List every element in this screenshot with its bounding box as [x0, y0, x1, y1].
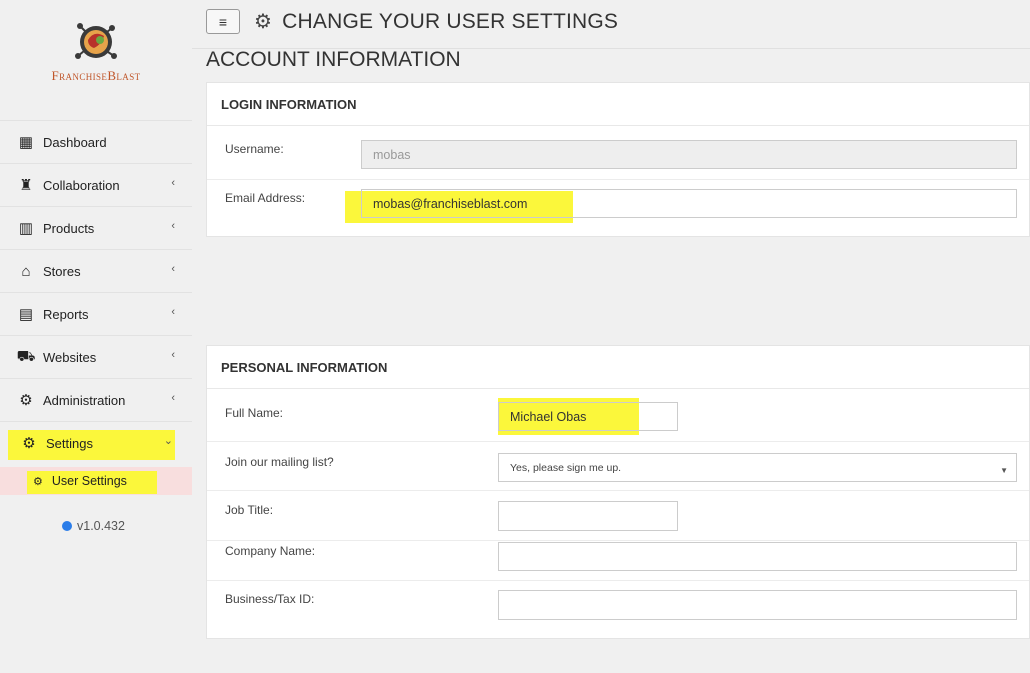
menu-toggle-button[interactable]: ≡	[206, 9, 240, 34]
form-row-fullname: Full Name: Michael Obas	[207, 389, 1029, 442]
chevron-left-icon: ‹	[171, 220, 175, 232]
sidebar-item-label: Products	[43, 220, 95, 236]
page-title-text: CHANGE YOUR USER SETTINGS	[282, 9, 619, 33]
email-value: mobas@franchiseblast.com	[373, 196, 528, 211]
chevron-left-icon: ‹	[171, 263, 175, 275]
chevron-left-icon: ‹	[171, 177, 175, 189]
mailing-list-label: Join our mailing list?	[225, 455, 334, 469]
chevron-left-icon: ‹	[171, 392, 175, 404]
fullname-label: Full Name:	[225, 406, 284, 420]
sidebar-item-label: Stores	[43, 263, 81, 279]
cogs-icon: ⚙	[19, 392, 33, 409]
sidebar-item-dashboard[interactable]: ▦ Dashboard	[0, 120, 192, 163]
sidebar-item-websites[interactable]: ⛟ Websites ‹	[0, 335, 192, 378]
hamburger-icon: ≡	[218, 13, 228, 30]
bank-icon: ⌂	[21, 262, 31, 280]
franchiseblast-logo[interactable]: FranchiseBlast	[0, 18, 192, 98]
sidebar-item-collaboration[interactable]: ♜ Collaboration ‹	[0, 163, 192, 206]
personal-information-panel: PERSONAL INFORMATION Full Name: Michael …	[206, 345, 1030, 639]
sidebar-item-label: Dashboard	[43, 134, 107, 150]
mailing-list-selected: Yes, please sign me up.	[510, 461, 622, 474]
email-field[interactable]: mobas@franchiseblast.com	[361, 189, 1017, 218]
page-title: ⚙ CHANGE YOUR USER SETTINGS	[254, 9, 618, 34]
username-field: mobas	[361, 140, 1017, 169]
sidebar-subitem-user-settings[interactable]: ⚙ User Settings	[33, 474, 127, 488]
gear-icon: ⚙	[254, 11, 273, 33]
cart-icon: ⛟	[16, 347, 36, 365]
version-indicator: v1.0.432	[62, 519, 125, 533]
form-row-tax-id: Business/Tax ID:	[207, 581, 1029, 639]
gear-icon: ⚙	[33, 475, 43, 488]
email-label: Email Address:	[225, 191, 306, 205]
job-title-label: Job Title:	[225, 503, 274, 517]
tax-id-label: Business/Tax ID:	[225, 592, 315, 606]
chevron-left-icon: ‹	[171, 306, 175, 318]
job-title-field[interactable]	[498, 501, 678, 531]
sidebar-item-label: Websites	[43, 349, 97, 365]
sidebar: FranchiseBlast ▦ Dashboard ♜ Collaborati…	[0, 0, 192, 673]
logo-emblem-icon	[75, 23, 117, 59]
sidebar-item-stores[interactable]: ⌂ Stores ‹	[0, 249, 192, 292]
version-text: v1.0.432	[77, 519, 125, 533]
sidebar-item-reports[interactable]: ▤ Reports ‹	[0, 292, 192, 335]
sidebar-item-administration[interactable]: ⚙ Administration ‹	[0, 378, 192, 421]
fullname-value: Michael Obas	[510, 409, 587, 424]
sidebar-item-label: Reports	[43, 306, 89, 322]
fullname-field[interactable]: Michael Obas	[498, 402, 678, 431]
sidebar-item-settings[interactable]: ⚙ Settings ⌄	[0, 421, 192, 464]
sidebar-item-label: Administration	[43, 392, 126, 408]
sidebar-nav: ▦ Dashboard ♜ Collaboration ‹ ▥ Products…	[0, 120, 192, 464]
status-dot-icon	[62, 521, 72, 531]
sidebar-subitem-label: User Settings	[51, 474, 127, 488]
sidebar-item-products[interactable]: ▥ Products ‹	[0, 206, 192, 249]
company-label: Company Name:	[225, 544, 316, 558]
logo-text-franchise: Franchise	[51, 68, 108, 83]
mailing-list-select[interactable]: Yes, please sign me up. ▼	[498, 453, 1017, 482]
calculator-icon: ▤	[18, 306, 34, 323]
logo-text-blast: Blast	[107, 68, 141, 83]
sidebar-item-label: Collaboration	[43, 177, 120, 193]
grid-icon: ▦	[18, 134, 34, 151]
form-row-email: Email Address: mobas@franchiseblast.com	[207, 180, 1029, 237]
form-row-mailing-list: Join our mailing list? Yes, please sign …	[207, 442, 1029, 491]
company-field[interactable]	[498, 542, 1017, 571]
barcode-icon: ▥	[18, 220, 34, 237]
gear-icon: ⚙	[22, 435, 36, 452]
login-information-panel: LOGIN INFORMATION Username: mobas Email …	[206, 82, 1030, 237]
logo-wordmark: FranchiseBlast	[0, 68, 192, 84]
form-row-username: Username: mobas	[207, 126, 1029, 180]
form-row-job-title: Job Title:	[207, 491, 1029, 541]
dropdown-caret-icon: ▼	[1000, 466, 1008, 475]
panel-heading: LOGIN INFORMATION	[207, 83, 1029, 126]
form-row-company: Company Name:	[207, 541, 1029, 581]
sidebar-item-label: Settings	[46, 435, 93, 451]
chevron-down-icon: ⌄	[163, 435, 173, 447]
tax-id-field[interactable]	[498, 590, 1017, 620]
panel-heading: PERSONAL INFORMATION	[207, 346, 1029, 389]
username-label: Username:	[225, 142, 284, 156]
section-title: ACCOUNT INFORMATION	[206, 48, 461, 71]
person-icon: ♜	[19, 177, 33, 194]
chevron-left-icon: ‹	[171, 349, 175, 361]
